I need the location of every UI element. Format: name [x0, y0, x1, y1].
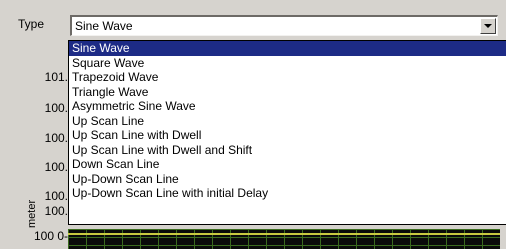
y-tick-label: 100. — [44, 131, 68, 145]
dropdown-item-triangle-wave[interactable]: Triangle Wave — [69, 85, 506, 100]
type-combobox[interactable]: Sine Wave — [70, 15, 498, 36]
type-label: Type — [18, 17, 45, 31]
type-combobox-value: Sine Wave — [75, 19, 133, 33]
y-tick-label: 100. — [44, 160, 68, 174]
y-tick-label: 100 0- — [33, 229, 68, 243]
graph-plot-area — [68, 229, 500, 249]
dropdown-item-up-scan-line-dwell[interactable]: Up Scan Line with Dwell — [69, 128, 506, 143]
graph-trace — [68, 233, 500, 235]
dropdown-item-asymmetric-sine-wave[interactable]: Asymmetric Sine Wave — [69, 99, 506, 114]
dropdown-arrow-button[interactable] — [480, 18, 496, 34]
dropdown-item-up-down-scan-line[interactable]: Up-Down Scan Line — [69, 172, 506, 187]
dropdown-item-up-scan-line[interactable]: Up Scan Line — [69, 114, 506, 129]
dropdown-item-up-scan-line-dwell-shift[interactable]: Up Scan Line with Dwell and Shift — [69, 143, 506, 158]
type-dropdown-list[interactable]: Sine Wave Square Wave Trapezoid Wave Tri… — [68, 40, 506, 225]
dropdown-item-sine-wave[interactable]: Sine Wave — [69, 41, 506, 56]
y-tick-label: 100. — [44, 101, 68, 115]
y-tick-label: 101. — [44, 70, 68, 84]
dropdown-item-up-down-scan-line-delay[interactable]: Up-Down Scan Line with initial Delay — [69, 186, 506, 201]
y-axis-title: meter — [26, 199, 38, 228]
dropdown-item-square-wave[interactable]: Square Wave — [69, 56, 506, 71]
dropdown-item-down-scan-line[interactable]: Down Scan Line — [69, 157, 506, 172]
dropdown-item-trapezoid-wave[interactable]: Trapezoid Wave — [69, 70, 506, 85]
